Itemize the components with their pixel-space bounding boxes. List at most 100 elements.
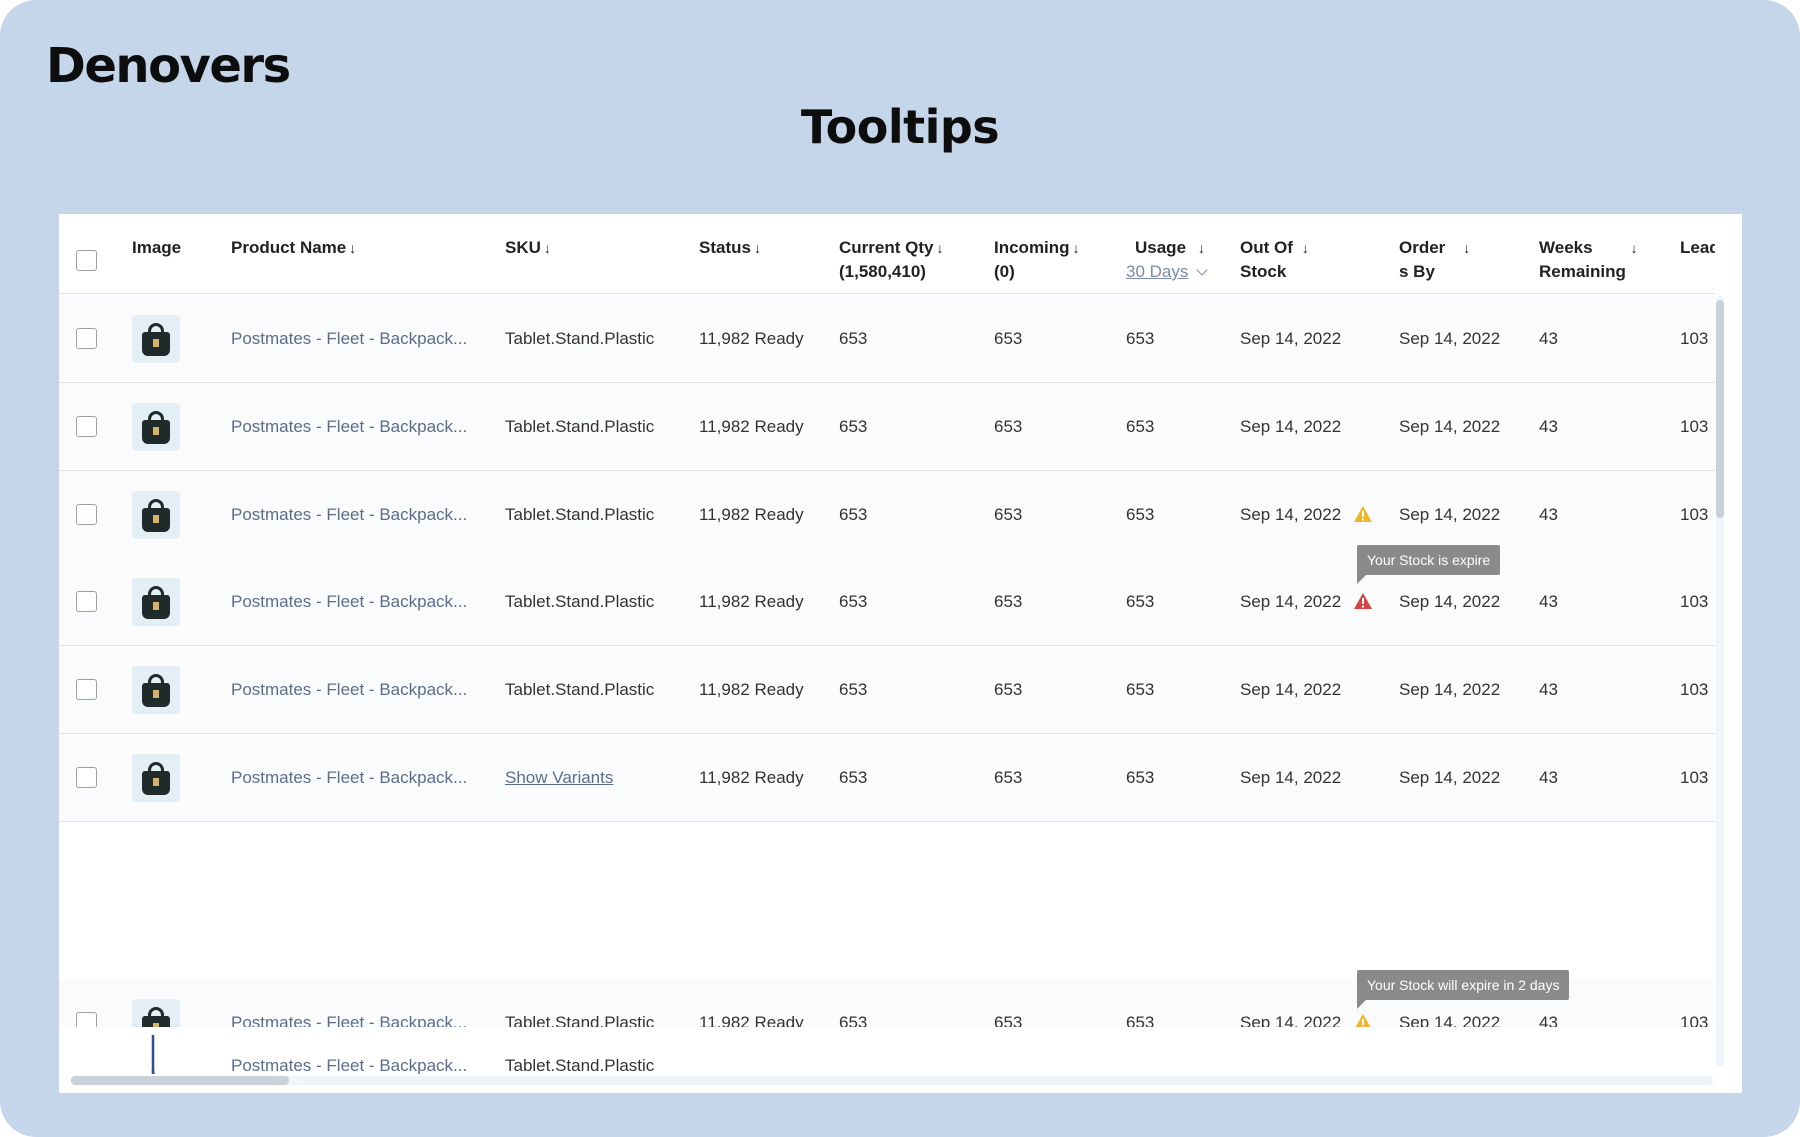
sort-arrow-icon[interactable]: ↓ [754,240,761,256]
lead-cell: 103 [1680,505,1709,524]
horizontal-scrollbar-thumb[interactable] [71,1076,289,1085]
header-orders-by[interactable]: Order ↓ s By [1399,236,1470,284]
usage-cell: 653 [1126,592,1155,611]
incoming-cell: 653 [994,680,1023,699]
lead-cell: 103 [1680,417,1709,436]
weeks-remaining-cell: 43 [1539,329,1558,348]
orders-by-cell: Sep 14, 2022 [1399,417,1501,436]
yellow-warning-icon[interactable] [1353,505,1373,523]
chevron-down-icon[interactable] [1196,264,1209,276]
vertical-scrollbar-thumb[interactable] [1716,300,1724,518]
header-usage[interactable]: Usage ↓ 30 Days [1126,236,1209,284]
product-thumbnail [132,315,180,363]
product-name-link[interactable]: Postmates - Fleet - Backpack... [231,590,467,614]
variants-expansion: Postmates - Fleet - Backpack... Tablet.St… [59,1027,1715,1074]
product-name-link[interactable]: Postmates - Fleet - Backpack... [231,678,467,702]
usage-cell: 653 [1126,417,1155,436]
product-thumbnail [132,578,180,626]
sort-arrow-icon[interactable]: ↓ [1198,240,1205,256]
row-checkbox[interactable] [76,591,97,612]
weeks-remaining-cell: 43 [1539,768,1558,787]
status-cell: 11,982 Ready [699,329,804,348]
sku-cell: Tablet.Stand.Plastic [505,329,655,348]
header-current-qty[interactable]: Current Qty ↓ (1,580,410) [839,236,943,284]
header-incoming[interactable]: Incoming ↓ (0) [994,236,1080,284]
out-of-stock-cell: Sep 14, 2022 [1240,680,1342,699]
weeks-remaining-cell: 43 [1539,417,1558,436]
brand-logo: Denovers [46,38,291,94]
table-row[interactable]: Postmates - Fleet - Backpack... Show Vari… [59,734,1715,822]
incoming-cell: 653 [994,329,1023,348]
lead-cell: 103 [1680,329,1709,348]
sort-arrow-icon[interactable]: ↓ [1631,240,1638,256]
row-checkbox[interactable] [76,504,97,525]
sku-cell: Tablet.Stand.Plastic [505,505,655,524]
weeks-remaining-cell: 43 [1539,680,1558,699]
select-all-checkbox[interactable] [76,250,97,271]
current-qty-cell: 653 [839,329,868,348]
orders-by-cell: Sep 14, 2022 [1399,505,1501,524]
sort-arrow-icon[interactable]: ↓ [1463,240,1470,256]
usage-cell: 653 [1126,768,1155,787]
sku-cell: Tablet.Stand.Plastic [505,417,655,436]
page-title: Tooltips [800,100,1000,154]
sort-arrow-icon[interactable]: ↓ [349,240,356,256]
sku-cell: Tablet.Stand.Plastic [505,592,655,611]
table-row[interactable]: Postmates - Fleet - Backpack... Tablet.St… [59,646,1715,734]
usage-cell: 653 [1126,680,1155,699]
lead-cell: 103 [1680,768,1709,787]
row-checkbox[interactable] [76,416,97,437]
status-cell: 11,982 Ready [699,417,804,436]
current-qty-cell: 653 [839,505,868,524]
orders-by-cell: Sep 14, 2022 [1399,592,1501,611]
header-sku[interactable]: SKU ↓ [505,236,551,260]
product-name-link[interactable]: Postmates - Fleet - Backpack... [231,503,467,527]
header-out-of-stock[interactable]: Out Of ↓ Stock [1240,236,1309,284]
out-of-stock-cell: Sep 14, 2022 [1240,329,1342,348]
header-status[interactable]: Status ↓ [699,236,761,260]
row-checkbox[interactable] [76,767,97,788]
out-of-stock-cell: Sep 14, 2022 [1240,417,1342,436]
sort-arrow-icon[interactable]: ↓ [544,240,551,256]
lead-cell: 103 [1680,680,1709,699]
weeks-remaining-cell: 43 [1539,505,1558,524]
variant-product-name[interactable]: Postmates - Fleet - Backpack... [231,1054,467,1074]
out-of-stock-cell: Sep 14, 2022 [1240,592,1342,611]
sort-arrow-icon[interactable]: ↓ [936,240,943,256]
current-qty-cell: 653 [839,592,868,611]
incoming-cell: 653 [994,505,1023,524]
product-name-link[interactable]: Postmates - Fleet - Backpack... [231,766,467,790]
row-checkbox[interactable] [76,328,97,349]
status-cell: 11,982 Ready [699,505,804,524]
usage-period-dropdown[interactable]: 30 Days [1126,262,1188,281]
current-qty-cell: 653 [839,417,868,436]
lead-cell: 103 [1680,592,1709,611]
tooltip-stock-expired: Your Stock is expire [1357,545,1501,584]
sku-cell: Tablet.Stand.Plastic [505,680,655,699]
sort-arrow-icon[interactable]: ↓ [1302,240,1309,256]
current-qty-cell: 653 [839,768,868,787]
row-checkbox[interactable] [76,679,97,700]
status-cell: 11,982 Ready [699,768,804,787]
red-warning-icon[interactable] [1353,592,1373,610]
table-row[interactable]: Postmates - Fleet - Backpack... Tablet.St… [59,383,1715,471]
product-thumbnail [132,666,180,714]
product-name-link[interactable]: Postmates - Fleet - Backpack... [231,415,467,439]
product-name-link[interactable]: Postmates - Fleet - Backpack... [231,327,467,351]
usage-cell: 653 [1126,505,1155,524]
product-thumbnail [132,491,180,539]
inventory-table: Image Product Name ↓ SKU ↓ Status ↓ Current… [59,214,1715,1074]
sort-arrow-icon[interactable]: ↓ [1073,240,1080,256]
weeks-remaining-cell: 43 [1539,592,1558,611]
show-variants-link[interactable]: Show Variants [505,766,613,790]
out-of-stock-cell: Sep 14, 2022 [1240,768,1342,787]
header-weeks-remaining[interactable]: Weeks ↓ Remaining [1539,236,1638,284]
variant-tree-icon [151,1035,155,1074]
status-cell: 11,982 Ready [699,680,804,699]
table-row[interactable]: Postmates - Fleet - Backpack... Tablet.St… [59,295,1715,383]
header-lead[interactable]: Lead [1680,236,1715,260]
variant-sku: Tablet.Stand.Plastic [505,1056,655,1074]
incoming-cell: 653 [994,768,1023,787]
header-product-name[interactable]: Product Name ↓ [231,236,356,260]
horizontal-scrollbar-track[interactable] [71,1076,1713,1085]
